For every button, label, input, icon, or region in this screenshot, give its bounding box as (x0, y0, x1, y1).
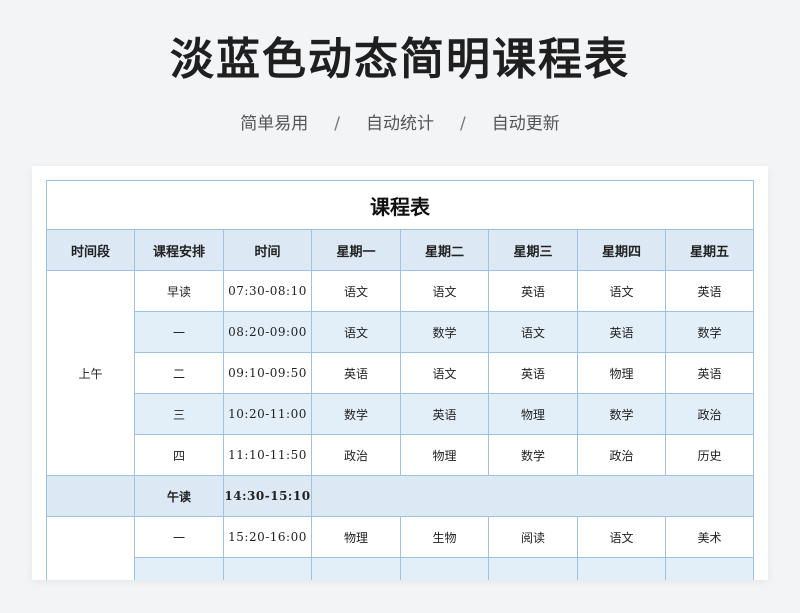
course-cell (665, 557, 754, 580)
course-cell: 政治 (311, 434, 401, 476)
table-row: 一 15:20-16:00 物理 生物 阅读 语文 美术 (46, 516, 754, 580)
slot-cell: 一 (134, 516, 224, 558)
course-cell: 语文 (488, 311, 578, 353)
slot-cell (134, 557, 224, 580)
slot-cell: 早读 (134, 270, 224, 312)
course-cell: 物理 (311, 516, 401, 558)
header-tuesday: 星期二 (400, 229, 489, 271)
course-cell: 政治 (577, 434, 666, 476)
course-cell: 政治 (665, 393, 754, 435)
course-cell: 历史 (665, 434, 754, 476)
tag-auto-stats: 自动统计 (366, 114, 434, 134)
time-cell: 09:10-09:50 (223, 352, 312, 394)
break-period-cell (46, 475, 135, 517)
feature-tagline: 简单易用 / 自动统计 / 自动更新 (0, 112, 800, 136)
time-cell: 07:30-08:10 (223, 270, 312, 312)
course-cell: 语文 (311, 270, 401, 312)
course-cell: 数学 (488, 434, 578, 476)
course-cell: 语文 (400, 270, 489, 312)
course-cell: 物理 (400, 434, 489, 476)
course-cell: 英语 (488, 270, 578, 312)
course-cell: 英语 (488, 352, 578, 394)
table-row: 三 10:20-11:00 数学 英语 物理 数学 政治 (47, 393, 754, 435)
page-title: 淡蓝色动态简明课程表 (170, 34, 630, 85)
schedule-table: 课程表 时间段 课程安排 时间 星期一 星期二 星期三 星期四 星期五 上午 早… (46, 180, 754, 580)
course-cell: 英语 (400, 393, 489, 435)
spreadsheet-preview-card: 课程表 时间段 课程安排 时间 星期一 星期二 星期三 星期四 星期五 上午 早… (32, 166, 768, 580)
course-cell: 美术 (665, 516, 754, 558)
course-cell: 物理 (577, 352, 666, 394)
spreadsheet-area[interactable]: 课程表 时间段 课程安排 时间 星期一 星期二 星期三 星期四 星期五 上午 早… (46, 180, 754, 580)
course-cell: 生物 (400, 516, 489, 558)
table-row: 二 09:10-09:50 英语 语文 英语 物理 英语 (47, 352, 754, 394)
course-cell: 英语 (665, 270, 754, 312)
header-period: 时间段 (46, 229, 135, 271)
course-cell: 英语 (665, 352, 754, 394)
course-cell: 语文 (577, 270, 666, 312)
time-cell (223, 557, 312, 580)
noon-reading-row: 午读 14:30-15:10 (46, 475, 754, 517)
course-cell: 数学 (577, 393, 666, 435)
course-cell: 物理 (488, 393, 578, 435)
period-cell-morning: 上午 (46, 270, 135, 476)
tag-separator: / (334, 114, 340, 134)
course-cell: 数学 (311, 393, 401, 435)
table-row: 四 11:10-11:50 政治 物理 数学 政治 历史 (47, 434, 754, 476)
course-cell: 英语 (311, 352, 401, 394)
time-cell: 14:30-15:10 (223, 475, 312, 517)
header-thursday: 星期四 (577, 229, 666, 271)
slot-cell: 午读 (134, 475, 224, 517)
table-title: 课程表 (46, 180, 754, 230)
tag-auto-update: 自动更新 (491, 114, 560, 134)
break-merged-cell (311, 475, 754, 517)
slot-cell: 三 (134, 393, 224, 435)
period-cell-afternoon (46, 516, 135, 580)
header-time: 时间 (223, 229, 312, 271)
course-cell: 语文 (400, 352, 489, 394)
time-cell: 11:10-11:50 (223, 434, 312, 476)
course-cell (400, 557, 489, 580)
course-cell (577, 557, 666, 580)
course-cell: 数学 (665, 311, 754, 353)
table-row: 一 08:20-09:00 语文 数学 语文 英语 数学 (47, 311, 754, 353)
slot-cell: 一 (134, 311, 224, 353)
table-row: 上午 早读 07:30-08:10 语文 语文 英语 语文 英语 (46, 270, 754, 476)
table-row (47, 557, 754, 580)
header-row: 时间段 课程安排 时间 星期一 星期二 星期三 星期四 星期五 (46, 229, 754, 271)
header-schedule: 课程安排 (134, 229, 224, 271)
time-cell: 10:20-11:00 (223, 393, 312, 435)
slot-cell: 四 (134, 434, 224, 476)
course-cell: 阅读 (488, 516, 578, 558)
time-cell: 15:20-16:00 (223, 516, 312, 558)
time-cell: 08:20-09:00 (223, 311, 312, 353)
tag-easy: 简单易用 (240, 114, 309, 134)
header-wednesday: 星期三 (488, 229, 578, 271)
course-cell: 语文 (311, 311, 401, 353)
tag-separator: / (460, 114, 466, 134)
course-cell (311, 557, 401, 580)
header-friday: 星期五 (665, 229, 754, 271)
course-cell (488, 557, 578, 580)
course-cell: 数学 (400, 311, 489, 353)
course-cell: 语文 (577, 516, 666, 558)
header-monday: 星期一 (311, 229, 401, 271)
course-cell: 英语 (577, 311, 666, 353)
slot-cell: 二 (134, 352, 224, 394)
